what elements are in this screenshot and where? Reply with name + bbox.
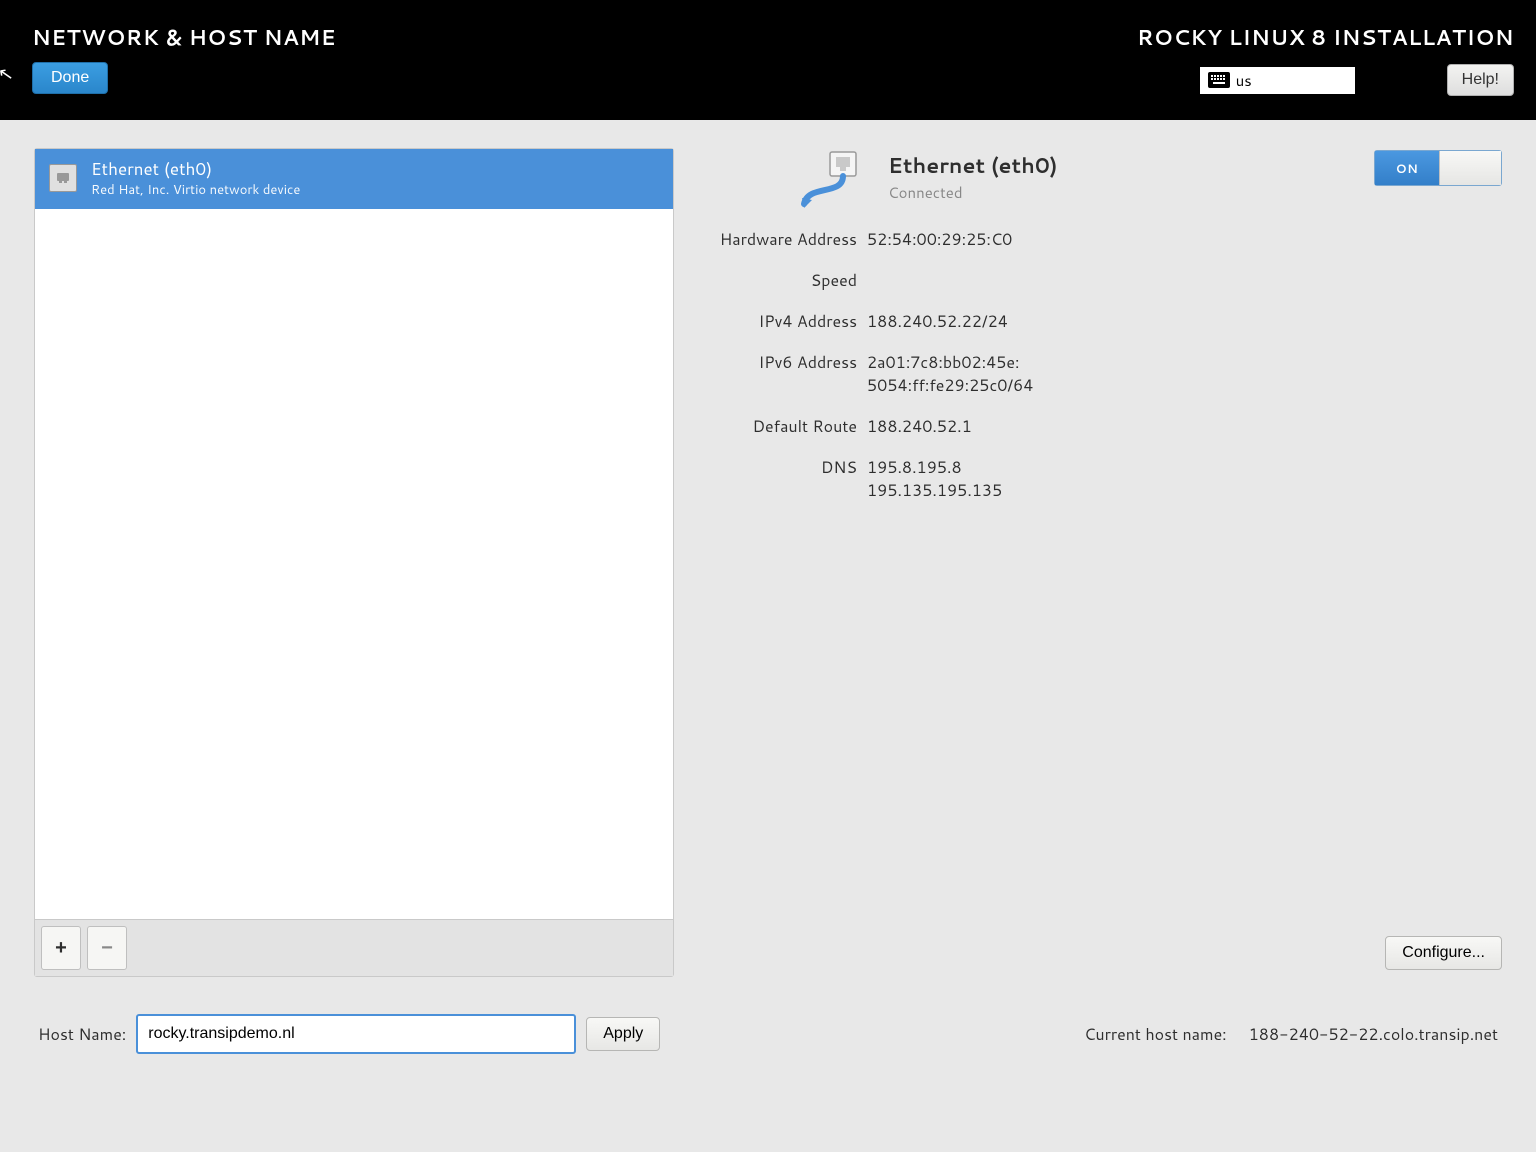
ipv4-address-value: 188.240.52.22/24 (867, 310, 1502, 333)
topbar-right: ROCKY LINUX 8 INSTALLATION us Help! (1137, 22, 1514, 96)
speed-value (867, 269, 1502, 292)
keyboard-icon (1208, 72, 1230, 88)
device-item-description: Red Hat, Inc. Virtio network device (91, 181, 300, 199)
dns-value: 195.8.195.8 195.135.195.135 (867, 456, 1502, 502)
top-banner: ↖ NETWORK & HOST NAME Done ROCKY LINUX 8… (0, 0, 1536, 120)
device-list[interactable]: Ethernet (eth0) Red Hat, Inc. Virtio net… (35, 149, 673, 919)
hostname-input[interactable] (136, 1014, 576, 1054)
device-toolbar: + − (35, 919, 673, 976)
connection-name: Ethernet (eth0) (888, 150, 1057, 180)
device-details: ON Ethernet (eth0) (702, 148, 1502, 502)
apply-hostname-button[interactable]: Apply (586, 1017, 660, 1051)
help-button[interactable]: Help! (1447, 64, 1514, 96)
current-hostname-label: Current host name: (1084, 1023, 1227, 1046)
keyboard-layout-label: us (1236, 70, 1252, 91)
ethernet-icon (800, 150, 872, 208)
device-panel: Ethernet (eth0) Red Hat, Inc. Virtio net… (34, 148, 674, 977)
ipv6-address-label: IPv6 Address (702, 351, 857, 397)
installer-title: ROCKY LINUX 8 INSTALLATION (1137, 22, 1514, 52)
dns-label: DNS (702, 456, 857, 502)
device-item-eth0[interactable]: Ethernet (eth0) Red Hat, Inc. Virtio net… (35, 149, 673, 209)
device-item-name: Ethernet (eth0) (91, 157, 300, 181)
connection-info: Hardware Address 52:54:00:29:25:C0 Speed… (702, 228, 1502, 502)
main-content: Ethernet (eth0) Red Hat, Inc. Virtio net… (0, 120, 1536, 1152)
toggle-on-label: ON (1375, 151, 1439, 185)
current-hostname-value: 188-240-52-22.colo.transip.net (1249, 1023, 1498, 1046)
add-device-button[interactable]: + (41, 926, 81, 970)
hostname-label: Host Name: (38, 1023, 126, 1046)
default-route-label: Default Route (702, 415, 857, 438)
done-button[interactable]: Done (32, 62, 108, 94)
default-route-value: 188.240.52.1 (867, 415, 1502, 438)
ipv6-address-value: 2a01:7c8:bb02:45e: 5054:ff:fe29:25c0/64 (867, 351, 1502, 397)
speed-label: Speed (702, 269, 857, 292)
keyboard-layout-indicator[interactable]: us (1200, 67, 1355, 94)
remove-device-button[interactable]: − (87, 926, 127, 970)
network-card-icon (49, 164, 77, 192)
cursor-icon: ↖ (0, 59, 15, 87)
hardware-address-label: Hardware Address (702, 228, 857, 251)
hostname-bar: Host Name: Apply Current host name: 188-… (34, 982, 1502, 1054)
toggle-knob (1439, 151, 1501, 185)
hardware-address-value: 52:54:00:29:25:C0 (867, 228, 1502, 251)
connection-toggle[interactable]: ON (1374, 150, 1502, 186)
connection-status: Connected (888, 182, 1057, 203)
configure-button[interactable]: Configure... (1385, 936, 1502, 970)
ipv4-address-label: IPv4 Address (702, 310, 857, 333)
